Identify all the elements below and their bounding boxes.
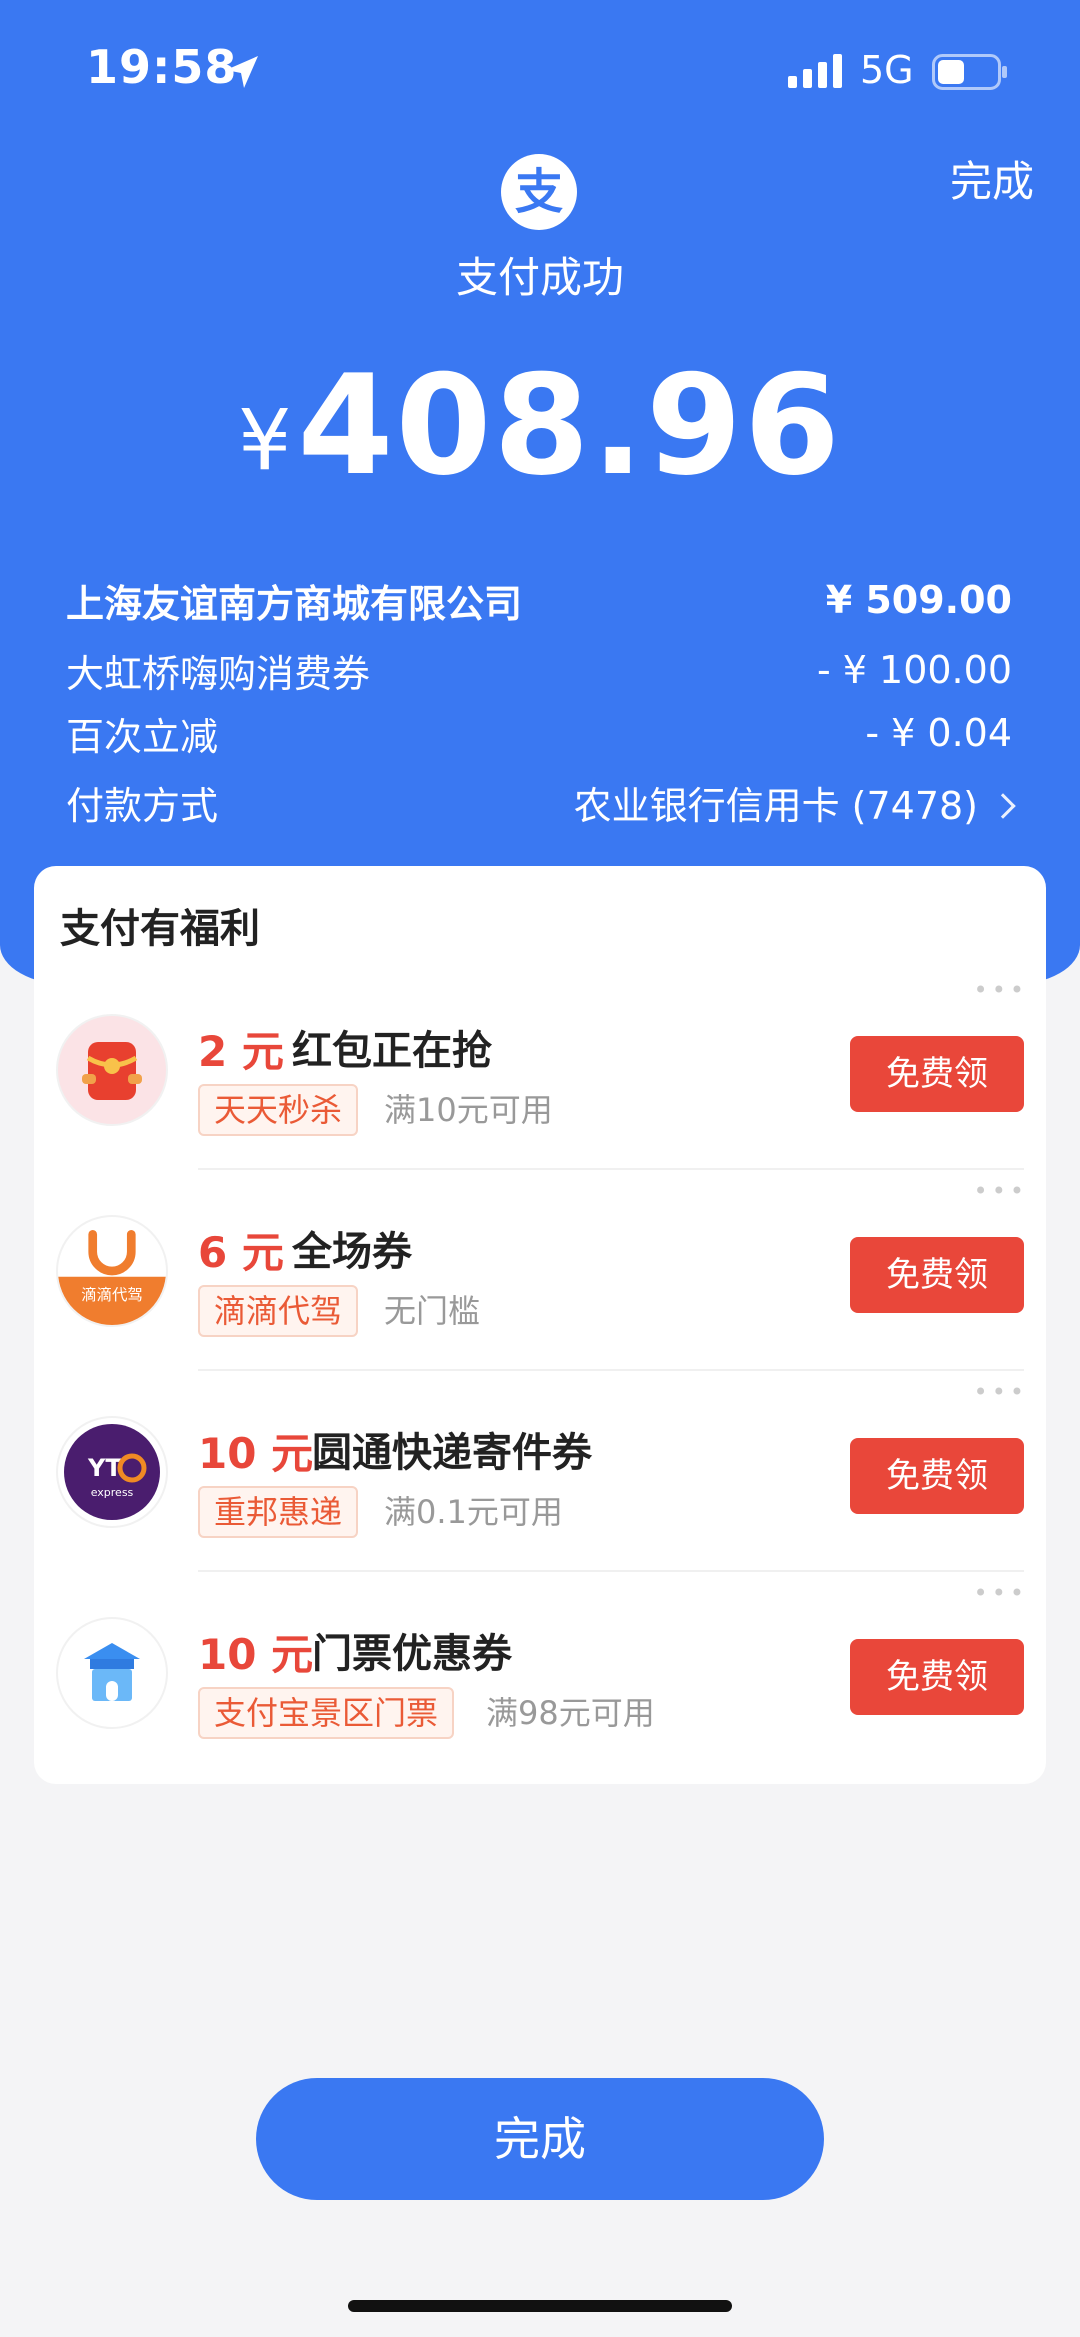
red-envelope-icon — [56, 1014, 168, 1126]
svg-text:YT: YT — [87, 1454, 122, 1482]
benefit-tag: 支付宝景区门票 — [198, 1687, 455, 1739]
benefit-condition: 满0.1元可用 — [384, 1493, 563, 1531]
benefit-amount: 2 元 — [198, 1027, 284, 1076]
benefit-item: ••• 10 元 门票优惠券 支付宝景区门票 满98元可用 免费领 — [34, 1573, 1046, 1773]
divider — [198, 1570, 1024, 1572]
merchant-row: 上海友谊南方商城有限公司 ¥ 509.00 — [66, 570, 1012, 630]
benefit-condition: 满98元可用 — [486, 1694, 655, 1732]
benefit-name: 门票优惠券 — [312, 1631, 512, 1677]
alipay-logo-icon: 支 — [501, 154, 577, 230]
payment-method-value: 农业银行信用卡 (7478) — [573, 783, 978, 828]
coupon-row: 大虹桥嗨购消费券 - ¥ 100.00 — [66, 640, 1012, 700]
payment-status-title: 支付成功 — [455, 253, 624, 302]
claim-button[interactable]: 免费领 — [850, 1036, 1024, 1112]
benefits-card: 支付有福利 ••• 2 元 红包正在抢 天天秒杀 满10元可用 免费领 ••• … — [34, 866, 1046, 1784]
benefit-amount: 6 元 — [198, 1228, 284, 1277]
benefit-item: ••• 2 元 红包正在抢 天天秒杀 满10元可用 免费领 — [34, 970, 1046, 1170]
yto-icon-text: express — [91, 1486, 134, 1499]
more-options-icon[interactable]: ••• — [974, 1177, 1028, 1205]
payment-method-value-wrap: 农业银行信用卡 (7478) — [573, 775, 1016, 830]
claim-button[interactable]: 免费领 — [850, 1438, 1024, 1514]
benefit-amount: 10 元 — [198, 1429, 314, 1478]
done-link[interactable]: 完成 — [950, 148, 1034, 209]
merchant-amount: ¥ 509.00 — [825, 578, 1012, 622]
didi-driver-icon: 滴滴代驾 — [56, 1215, 168, 1327]
divider — [198, 1369, 1024, 1371]
benefit-condition: 无门槛 — [384, 1292, 481, 1330]
alipay-logo-char: 支 — [514, 164, 563, 220]
paid-amount: ¥408.96 — [0, 345, 1080, 506]
benefits-title: 支付有福利 — [60, 906, 260, 952]
didi-icon-text: 滴滴代驾 — [81, 1286, 143, 1304]
benefit-name: 全场券 — [292, 1229, 412, 1275]
more-options-icon[interactable]: ••• — [974, 976, 1028, 1004]
home-indicator[interactable] — [348, 2300, 732, 2312]
more-options-icon[interactable]: ••• — [974, 1579, 1028, 1607]
divider — [198, 1168, 1024, 1170]
benefit-tag: 天天秒杀 — [198, 1084, 359, 1136]
status-bar: 19:58 5G — [0, 0, 1080, 140]
payment-method-label: 付款方式 — [66, 783, 219, 828]
chevron-right-icon — [990, 792, 1016, 819]
discount-label: 百次立减 — [66, 714, 219, 759]
benefit-condition: 满10元可用 — [384, 1091, 553, 1129]
more-options-icon[interactable]: ••• — [974, 1378, 1028, 1406]
benefit-name: 红包正在抢 — [292, 1028, 492, 1074]
yto-express-icon: YT express — [56, 1416, 168, 1528]
benefit-tag: 重邦惠递 — [198, 1486, 359, 1538]
claim-button[interactable]: 免费领 — [850, 1639, 1024, 1715]
done-button[interactable]: 完成 — [256, 2078, 824, 2200]
location-arrow-icon — [226, 56, 258, 88]
merchant-name: 上海友谊南方商城有限公司 — [66, 581, 523, 626]
status-time: 19:58 — [86, 40, 238, 94]
currency-symbol: ¥ — [238, 391, 292, 489]
coupon-label: 大虹桥嗨购消费券 — [66, 651, 371, 696]
benefit-tag: 滴滴代驾 — [198, 1285, 359, 1337]
coupon-amount: - ¥ 100.00 — [816, 648, 1012, 692]
cellular-signal-icon — [788, 54, 842, 88]
battery-icon — [932, 54, 1007, 90]
benefit-amount: 10 元 — [198, 1630, 314, 1679]
benefit-item: ••• YT express 10 元 圆通快递寄件券 重邦惠递 满0.1元可用… — [34, 1372, 1046, 1572]
payment-method-row[interactable]: 付款方式 农业银行信用卡 (7478) — [66, 772, 1016, 832]
benefit-item: ••• 滴滴代驾 6 元 全场券 滴滴代驾 无门槛 免费领 — [34, 1171, 1046, 1371]
benefit-name: 圆通快递寄件券 — [312, 1430, 592, 1476]
discount-row: 百次立减 - ¥ 0.04 — [66, 703, 1012, 763]
scenic-ticket-icon — [56, 1617, 168, 1729]
amount-value: 408.96 — [297, 345, 842, 506]
claim-button[interactable]: 免费领 — [850, 1237, 1024, 1313]
network-type: 5G — [860, 48, 914, 92]
discount-amount: - ¥ 0.04 — [865, 711, 1012, 755]
